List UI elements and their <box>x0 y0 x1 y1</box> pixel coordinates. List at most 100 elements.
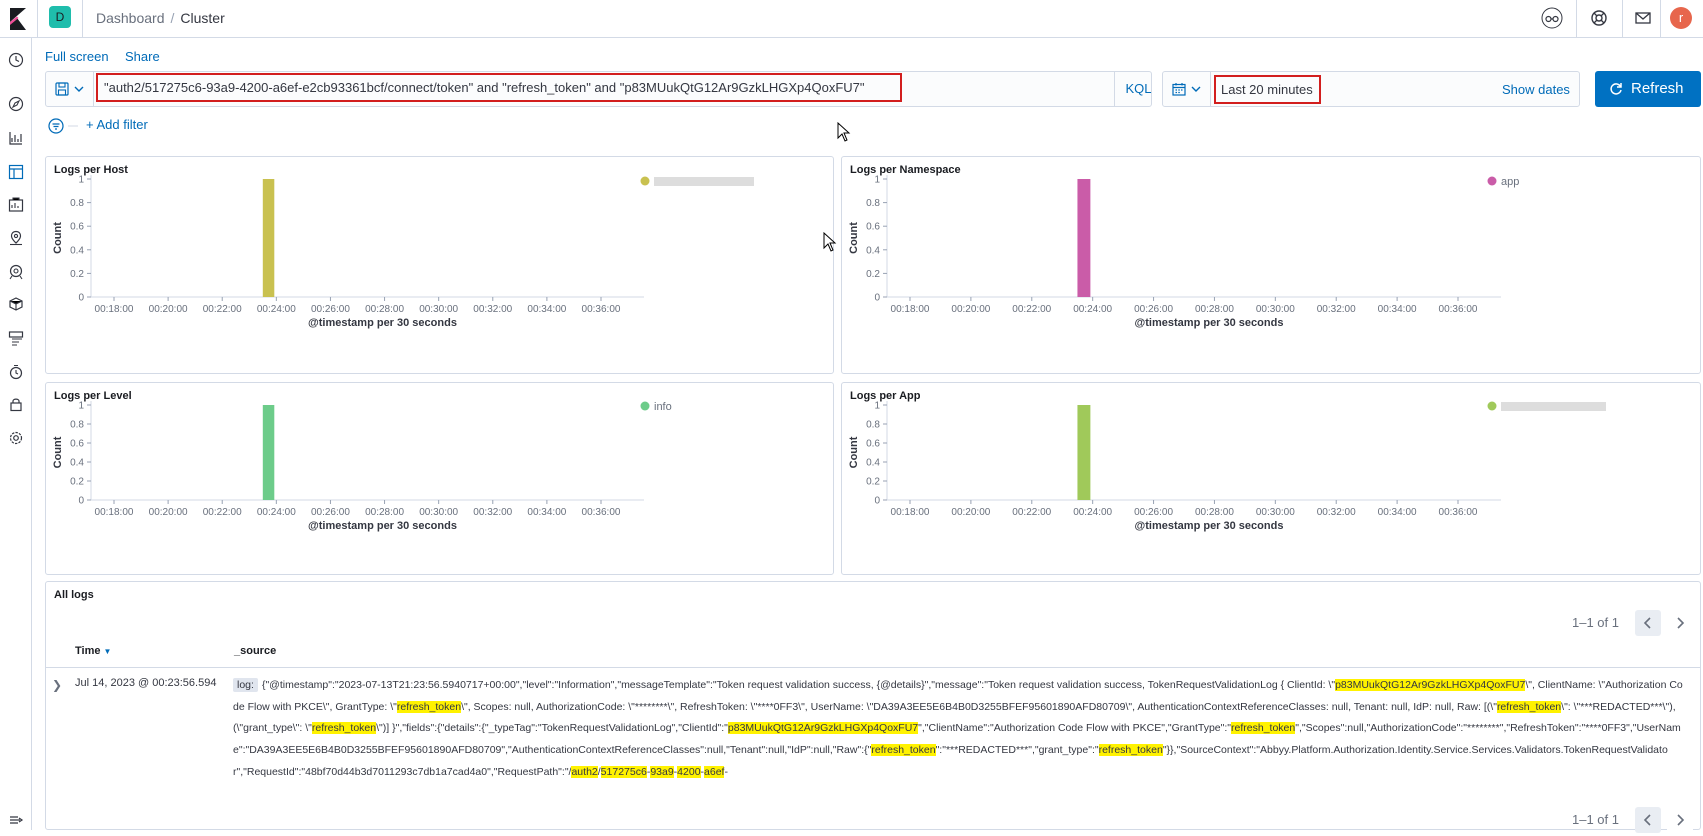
breadcrumb-dashboard[interactable]: Dashboard <box>96 10 165 26</box>
legend-item[interactable]: info <box>640 401 672 413</box>
x-tick-label: 00:32:00 <box>473 304 512 315</box>
saved-query-button[interactable] <box>46 72 94 106</box>
source-field-label: log: <box>233 678 258 692</box>
bar[interactable] <box>1077 179 1091 297</box>
next-page-button-bottom[interactable] <box>1667 807 1693 833</box>
x-tick-label: 00:30:00 <box>1256 507 1295 518</box>
x-axis-title: @timestamp per 30 seconds <box>308 520 457 532</box>
search-highlight: auth2 <box>571 765 598 778</box>
y-tick-label: 0.4 <box>70 458 84 469</box>
show-dates-link[interactable]: Show dates <box>1502 82 1570 97</box>
x-tick-label: 00:28:00 <box>1195 507 1234 518</box>
y-tick-label: 0.4 <box>866 245 880 256</box>
sort-desc-icon[interactable]: ▼ <box>104 647 112 656</box>
quick-select-button[interactable] <box>1163 72 1211 106</box>
source-fragment: ":"***REDACTED***","grant_type":" <box>935 744 1099 757</box>
row-timestamp: Jul 14, 2023 @ 00:23:56.594 <box>75 677 217 689</box>
share-link[interactable]: Share <box>125 49 160 64</box>
collapse-menu-icon[interactable] <box>8 812 24 828</box>
legend-label: info <box>654 401 672 413</box>
divider <box>1622 0 1623 38</box>
refresh-button[interactable]: Refresh <box>1595 71 1701 107</box>
save-icon <box>55 82 69 96</box>
x-tick-label: 00:32:00 <box>1317 507 1356 518</box>
search-highlight: p83MUukQtG12Ar9GzkLHGXp4QoxFU7 <box>1335 679 1526 691</box>
full-screen-link[interactable]: Full screen <box>45 49 109 64</box>
infrastructure-icon[interactable] <box>8 296 24 312</box>
x-tick-label: 00:28:00 <box>1195 304 1234 315</box>
side-nav <box>0 38 32 830</box>
y-tick-label: 1 <box>874 175 880 186</box>
y-axis-title: Count <box>52 436 64 468</box>
query-input[interactable]: "auth2/517275c6-93a9-4200-a6ef-e2cb93361… <box>96 73 902 102</box>
source-column-header: _source <box>234 645 277 657</box>
bar[interactable] <box>1077 405 1091 500</box>
filter-options-icon[interactable] <box>48 117 84 135</box>
legend-item[interactable] <box>640 176 755 187</box>
refresh-icon <box>1610 83 1622 95</box>
y-tick-label: 0.8 <box>866 198 880 209</box>
chevron-right-icon <box>1677 617 1685 629</box>
logs-icon[interactable] <box>8 330 24 346</box>
y-tick-label: 0 <box>78 496 84 507</box>
source-fragment: - <box>724 765 728 778</box>
help-icon[interactable] <box>1588 7 1610 29</box>
search-highlight: refresh_token <box>396 700 462 713</box>
y-tick-label: 0.2 <box>866 269 880 280</box>
glasses-icon[interactable] <box>1541 7 1563 29</box>
x-tick-label: 00:20:00 <box>951 507 990 518</box>
space-avatar[interactable]: D <box>49 6 71 28</box>
x-tick-label: 00:30:00 <box>419 507 458 518</box>
expand-row-icon[interactable]: ❯ <box>52 678 62 692</box>
x-tick-label: 00:30:00 <box>1256 304 1295 315</box>
discover-compass-icon[interactable] <box>8 96 24 112</box>
legend-label: app <box>1501 176 1519 188</box>
pagination-count-bottom: 1–1 of 1 <box>1572 812 1619 827</box>
x-tick-label: 00:36:00 <box>582 507 621 518</box>
time-column-header[interactable]: Time ▼ <box>75 645 111 657</box>
add-filter-button[interactable]: + Add filter <box>86 117 148 132</box>
divider <box>37 0 38 38</box>
y-tick-label: 0.6 <box>866 222 880 233</box>
security-lock-icon[interactable] <box>8 396 24 412</box>
y-axis-title: Count <box>52 222 64 254</box>
y-axis-title: Count <box>848 222 860 254</box>
dashboard-icon[interactable] <box>8 164 24 180</box>
y-tick-label: 1 <box>78 175 84 186</box>
y-tick-label: 0.6 <box>70 439 84 450</box>
y-tick-label: 0.8 <box>70 198 84 209</box>
canvas-icon[interactable] <box>8 197 24 213</box>
uptime-icon[interactable] <box>8 364 24 380</box>
search-highlight: refresh_token <box>871 744 936 757</box>
next-page-button[interactable] <box>1667 610 1693 636</box>
management-gear-icon[interactable] <box>8 430 24 446</box>
search-highlight: p83MUukQtG12Ar9GzkLHGXp4QoxFU7 <box>727 722 919 735</box>
row-source: log: {"@timestamp":"2023-07-13T21:23:56.5… <box>233 675 1688 785</box>
x-tick-label: 00:34:00 <box>527 507 566 518</box>
chart-svg: 1 0.8 0.6 0.4 0.2 0 00:18:00 00:20:00 00:22:00 00… <box>52 401 672 533</box>
bar[interactable] <box>262 179 275 297</box>
prev-page-button-bottom[interactable] <box>1635 807 1661 833</box>
mail-icon[interactable] <box>1632 7 1654 29</box>
bar[interactable] <box>262 405 275 500</box>
visualize-icon[interactable] <box>8 130 24 146</box>
x-tick-label: 00:20:00 <box>149 507 188 518</box>
search-highlight: 517275c6 <box>600 765 647 778</box>
prev-page-button[interactable] <box>1635 610 1661 636</box>
legend-item[interactable]: app <box>1487 176 1520 188</box>
date-range-display[interactable]: Last 20 minutes <box>1214 75 1321 104</box>
y-tick-label: 0.6 <box>866 439 880 450</box>
chart-svg: 1 0.8 0.6 0.4 0.2 0 00:18:00 00:20:00 00:22:00 00… <box>848 175 1520 330</box>
legend-item[interactable] <box>1487 401 1607 412</box>
kibana-logo-icon[interactable] <box>8 8 28 30</box>
y-tick-label: 0.8 <box>866 420 880 431</box>
kql-language-toggle[interactable]: KQL <box>1114 71 1162 107</box>
machine-learning-icon[interactable] <box>8 264 24 280</box>
clock-icon[interactable] <box>8 52 24 68</box>
user-avatar[interactable]: r <box>1670 7 1692 29</box>
search-highlight: refresh_token <box>1098 744 1163 757</box>
mouse-cursor-icon <box>837 122 851 142</box>
breadcrumb-separator: / <box>170 10 175 26</box>
maps-icon[interactable] <box>8 230 24 246</box>
x-tick-label: 00:26:00 <box>311 507 350 518</box>
